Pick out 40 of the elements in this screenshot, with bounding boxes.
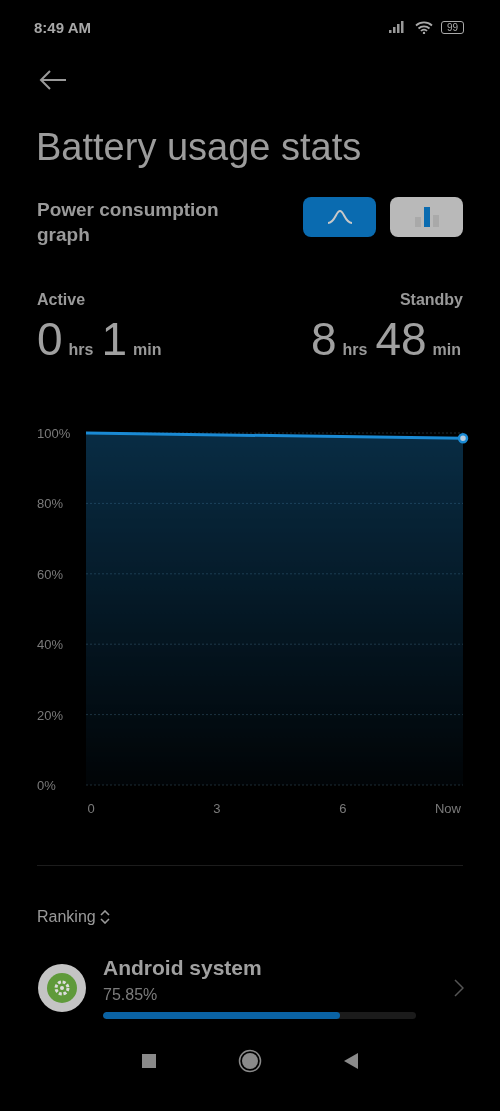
minutes-value: 48 <box>375 315 427 363</box>
hours-value: 0 <box>37 315 63 363</box>
bar-graph-toggle[interactable] <box>390 197 463 237</box>
signal-icon <box>388 21 407 33</box>
minutes-unit: min <box>432 341 461 359</box>
curve-icon <box>325 210 354 224</box>
section-label: Power consumption graph <box>37 198 220 247</box>
hours-unit: hrs <box>342 341 368 359</box>
back-nav-button[interactable] <box>344 1053 358 1069</box>
x-tick-label: 6 <box>339 801 347 816</box>
gear-icon <box>38 963 86 1012</box>
x-tick-label: 0 <box>87 801 95 816</box>
minutes-value: 1 <box>101 315 128 363</box>
x-tick-label: 3 <box>213 801 221 816</box>
line-graph-toggle[interactable] <box>303 197 376 237</box>
back-button[interactable] <box>38 68 68 92</box>
status-time: 8:49 AM <box>34 18 91 36</box>
y-tick-label: 80% <box>37 496 64 512</box>
y-tick-label: 40% <box>37 637 64 653</box>
duration-label: Standby <box>399 291 463 309</box>
y-tick-label: 0% <box>37 778 56 793</box>
x-tick-label: Now <box>434 801 461 816</box>
minutes-unit: min <box>133 341 162 359</box>
hours-unit: hrs <box>68 341 94 359</box>
y-tick-label: 60% <box>37 566 64 582</box>
sort-icon <box>99 910 110 924</box>
end-point <box>457 433 469 444</box>
bar-chart-icon <box>413 207 440 227</box>
y-tick-label: 100% <box>37 426 71 441</box>
page-title: Battery usage stats <box>36 126 363 169</box>
chevron-right-icon[interactable] <box>454 978 464 997</box>
usage-percent: 75.85% <box>103 986 159 1004</box>
home-button[interactable] <box>238 1049 262 1073</box>
y-tick-label: 20% <box>37 707 64 723</box>
duration-label: Active <box>37 291 86 309</box>
wifi-icon <box>414 20 433 34</box>
ranking-sort-button[interactable]: Ranking <box>37 908 110 926</box>
app-name: Android system <box>103 956 263 980</box>
hours-value: 8 <box>310 315 337 363</box>
battery-indicator: 99 <box>440 20 464 34</box>
